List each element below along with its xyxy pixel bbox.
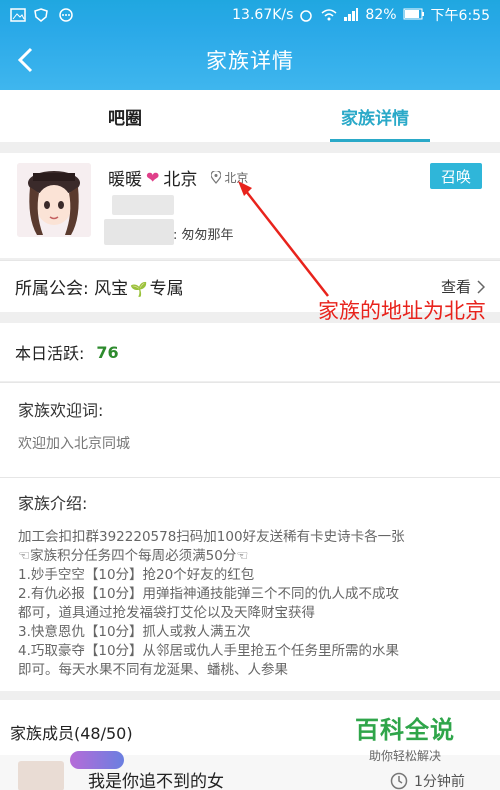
intro-line: 即可。每天水果不同有龙涎果、蟠桃、人参果 xyxy=(18,662,288,678)
battery-icon xyxy=(403,8,425,22)
member-name: 我是你追不到的女 xyxy=(88,772,224,790)
intro-line: 3.快意恩仇【10分】抓人或救人满五次 xyxy=(18,624,251,640)
family-name-suffix: 北京 xyxy=(163,170,198,190)
tab-bar-circle[interactable]: 吧圈 xyxy=(0,90,250,142)
blurred-info xyxy=(112,195,174,215)
avatar-girl-icon xyxy=(17,163,91,237)
intro-line: 4.巧取豪夺【10分】从邻居或仇人手里抢五个任务里所需的水果 xyxy=(18,643,400,659)
activity-value: 76 xyxy=(96,342,119,362)
blurred-info xyxy=(104,219,174,245)
intro-line: ☜家族积分任务四个每周必须满50分☜ xyxy=(18,548,249,564)
intro-line: 加工会扣扣群392220578扫码加100好友送稀有卡史诗卡各一张 xyxy=(18,529,405,545)
member-time-text: 1分钟前 xyxy=(414,774,465,790)
intro-line: 1.妙手空空【10分】抢20个好友的红包 xyxy=(18,567,255,583)
gallery-icon xyxy=(10,8,26,22)
view-label: 查看 xyxy=(440,278,471,296)
heart-icon: ❤ xyxy=(146,168,160,187)
daily-activity-row: 本日活跃: 76 xyxy=(0,323,500,381)
family-profile-card: 暖暖 ❤ 北京 北京 : 匆匆那年 召唤 xyxy=(0,153,500,258)
family-name: 暖暖 xyxy=(108,170,142,190)
page-title: 家族详情 xyxy=(206,49,294,73)
clock-icon xyxy=(390,772,408,790)
more-icon xyxy=(58,8,74,22)
wifi-icon xyxy=(321,8,337,22)
chevron-left-icon xyxy=(17,47,33,73)
alarm-icon xyxy=(299,8,315,22)
tab-bar: 吧圈 家族详情 xyxy=(0,90,500,142)
shield-icon xyxy=(34,8,50,22)
back-button[interactable] xyxy=(8,42,44,78)
watermark-title: 百科全说 xyxy=(355,716,455,744)
sprout-icon: 🌱 xyxy=(130,282,148,298)
guild-label: 所属公会: 风宝 🌱 专属 xyxy=(15,274,184,299)
battery-percent: 82% xyxy=(365,7,397,23)
welcome-section: 家族欢迎词: 欢迎加入北京同城 xyxy=(0,382,500,477)
family-name-row: 暖暖 ❤ 北京 北京 xyxy=(108,165,248,190)
tab-family-details[interactable]: 家族详情 xyxy=(250,90,500,142)
location-pin-icon xyxy=(211,171,222,184)
welcome-heading: 家族欢迎词: xyxy=(18,401,104,420)
watermark-subtitle: 助你轻松解决 xyxy=(368,749,441,763)
location-text: 北京 xyxy=(224,171,249,185)
clock: 下午6:55 xyxy=(430,8,490,24)
activity-label: 本日活跃: xyxy=(15,344,85,363)
intro-heading: 家族介绍: xyxy=(18,494,88,513)
network-speed: 13.67K/s xyxy=(232,7,294,23)
summon-button[interactable]: 召唤 xyxy=(430,163,482,189)
chevron-right-icon xyxy=(477,279,485,294)
intro-line: 都可，道具通过抢发福袋打艾伦以及天降财宝获得 xyxy=(18,605,315,621)
guild-label-suffix: 专属 xyxy=(149,279,184,299)
view-guild-link[interactable]: 查看 xyxy=(441,276,485,297)
app-bar: 家族详情 xyxy=(0,30,500,90)
intro-section: 家族介绍: 加工会扣扣群392220578扫码加100好友送稀有卡史诗卡各一张 … xyxy=(0,477,500,691)
watermark-logo: 百科全说 助你轻松解决 xyxy=(345,710,465,770)
member-avatar xyxy=(18,761,64,790)
welcome-text: 欢迎加入北京同城 xyxy=(18,436,130,452)
family-motto: : 匆匆那年 xyxy=(173,228,234,243)
family-avatar[interactable] xyxy=(17,163,91,237)
status-bar: 13.67K/s 82% 下午6:55 xyxy=(0,0,500,30)
intro-line: 2.有仇必报【10分】用弹指神通技能弹三个不同的仇人成不成攻 xyxy=(18,586,400,602)
annotation-text: 家族的地址为北京 xyxy=(318,299,486,323)
member-last-active: 1分钟前 xyxy=(390,771,465,790)
guild-label-prefix: 所属公会: 风宝 xyxy=(15,279,129,299)
location-tag: 北京 xyxy=(211,169,248,186)
members-heading: 家族成员(48/50) xyxy=(10,724,133,743)
signal-icon xyxy=(343,8,359,22)
